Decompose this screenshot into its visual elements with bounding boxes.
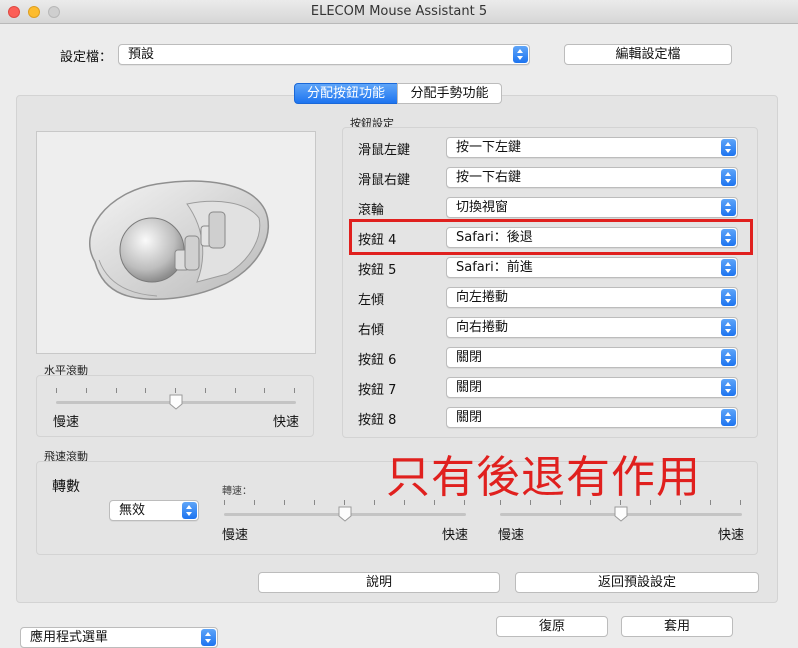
slider-knob[interactable] (169, 394, 183, 410)
reset-default-button[interactable]: 返回預設設定 (515, 572, 759, 593)
restore-button[interactable]: 復原 (496, 616, 608, 637)
horizontal-scroll-slider[interactable] (56, 388, 296, 412)
button-setting-label: 按鈕 5 (358, 263, 397, 278)
window-title: ELECOM Mouse Assistant 5 (310, 4, 488, 19)
button-setting-label: 滑鼠左鍵 (358, 143, 411, 158)
button-setting-select[interactable]: 按一下右鍵 (446, 167, 738, 188)
fly-scroll-slider-2-slow-label: 慢速 (498, 528, 525, 543)
button-settings-list: 滑鼠左鍵 按一下左鍵 滑鼠右鍵 按一下右鍵 滾輪 切換視窗 按鈕 4 Safari：後退 按鈕 … (342, 127, 758, 438)
button-setting-value: 切換視窗 (456, 200, 509, 215)
chevron-updown-icon (721, 289, 736, 306)
chevron-updown-icon (721, 199, 736, 216)
slider-tick (284, 500, 285, 505)
button-setting-select[interactable]: Safari：前進 (446, 257, 738, 278)
button-setting-value: 向左捲動 (456, 290, 509, 305)
close-window-button[interactable] (8, 6, 20, 18)
chevron-updown-icon (721, 379, 736, 396)
annotation-text: 只有後退有作用 (386, 452, 701, 503)
button-setting-value: 關閉 (456, 350, 483, 365)
button-setting-select[interactable]: 關閉 (446, 377, 738, 398)
app-select-value: 應用程式選單 (30, 630, 109, 645)
slider-tick (224, 500, 225, 505)
button-setting-label: 滑鼠右鍵 (358, 173, 411, 188)
button-setting-value: 按一下右鍵 (456, 170, 522, 185)
chevron-updown-icon (721, 409, 736, 426)
apply-button[interactable]: 套用 (621, 616, 733, 637)
minimize-window-button[interactable] (28, 6, 40, 18)
button-setting-select[interactable]: 切換視窗 (446, 197, 738, 218)
horizontal-scroll-slow-label: 慢速 (53, 415, 80, 430)
slider-tick (205, 388, 206, 393)
button-setting-label: 右傾 (358, 323, 385, 338)
chevron-updown-icon (721, 349, 736, 366)
app-select[interactable]: 應用程式選單 (20, 627, 218, 648)
button-setting-label: 按鈕 8 (358, 413, 397, 428)
profile-select-value: 預設 (128, 47, 155, 62)
chevron-updown-icon (721, 169, 736, 186)
fly-scroll-slider-1-fast-label: 快速 (442, 528, 469, 543)
slider-tick (116, 388, 117, 393)
slider-tick (235, 388, 236, 393)
button-setting-select[interactable]: 關閉 (446, 407, 738, 428)
horizontal-scroll-fast-label: 快速 (273, 415, 300, 430)
slider-tick (175, 388, 176, 393)
button-setting-select[interactable]: 按一下左鍵 (446, 137, 738, 158)
slider-tick (56, 388, 57, 393)
rotation-select-value: 無效 (119, 503, 146, 518)
button-setting-select[interactable]: 向左捲動 (446, 287, 738, 308)
button-setting-label: 滾輪 (358, 203, 385, 218)
button-setting-select[interactable]: 向右捲動 (446, 317, 738, 338)
chevron-updown-icon (721, 259, 736, 276)
button-setting-value: 關閉 (456, 380, 483, 395)
rotation-label: 轉數 (52, 479, 80, 495)
chevron-updown-icon (201, 629, 216, 646)
chevron-updown-icon (721, 139, 736, 156)
mouse-image-frame (36, 131, 316, 354)
slider-tick (264, 388, 265, 393)
button-setting-value: 關閉 (456, 410, 483, 425)
trackball-mouse-image (89, 180, 270, 301)
chevron-updown-icon (182, 502, 197, 519)
slider-tick (374, 500, 375, 505)
title-bar: ELECOM Mouse Assistant 5 (0, 0, 798, 24)
button-setting-select[interactable]: 關閉 (446, 347, 738, 368)
zoom-window-button[interactable] (48, 6, 60, 18)
slider-tick (294, 388, 295, 393)
slider-tick (710, 500, 711, 505)
tab-assign-gestures[interactable]: 分配手勢功能 (397, 83, 502, 104)
slider-tick (86, 388, 87, 393)
slider-tick (254, 500, 255, 505)
fly-scroll-slider-2-fast-label: 快速 (718, 528, 745, 543)
button-setting-value: Safari：前進 (456, 260, 533, 275)
slider-tick (740, 500, 741, 505)
edit-profile-button[interactable]: 編輯設定檔 (564, 44, 732, 65)
chevron-updown-icon (513, 46, 528, 63)
button-setting-label: 按鈕 7 (358, 383, 397, 398)
button-setting-value: 向右捲動 (456, 320, 509, 335)
profile-select[interactable]: 預設 (118, 44, 530, 65)
slider-knob[interactable] (614, 506, 628, 522)
fly-scroll-slider-1-slow-label: 慢速 (222, 528, 249, 543)
tab-assign-buttons[interactable]: 分配按鈕功能 (294, 83, 398, 104)
rotation-select[interactable]: 無效 (109, 500, 199, 521)
slider-knob[interactable] (338, 506, 352, 522)
button-setting-value: 按一下左鍵 (456, 140, 522, 155)
slider-tick (314, 500, 315, 505)
button-setting-label: 左傾 (358, 293, 385, 308)
slider-tick (145, 388, 146, 393)
button-setting-label: 按鈕 6 (358, 353, 397, 368)
button-4-highlight-box (349, 219, 753, 255)
help-button[interactable]: 說明 (258, 572, 500, 593)
slider-tick (344, 500, 345, 505)
chevron-updown-icon (721, 319, 736, 336)
profile-label: 設定檔： (60, 50, 113, 65)
speed-label: 轉速： (222, 486, 252, 497)
